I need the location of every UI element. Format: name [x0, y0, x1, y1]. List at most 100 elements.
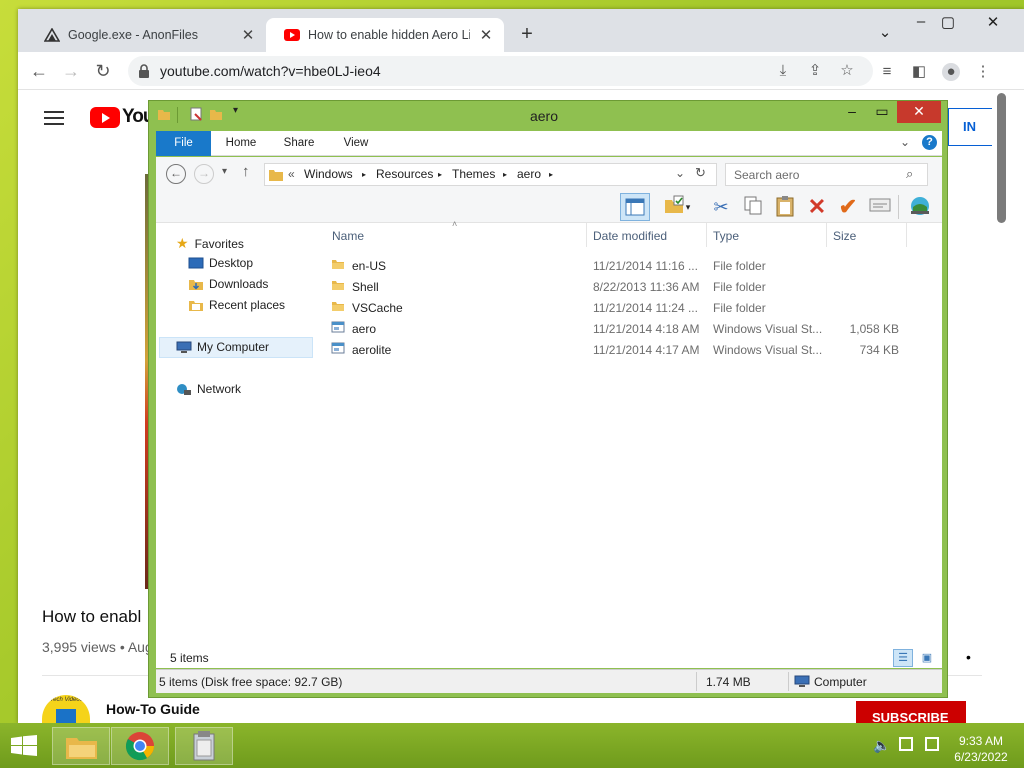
search-icon[interactable]: ⌕	[906, 166, 913, 182]
tab-anonfiles[interactable]: Google.exe - AnonFiles ✕	[26, 18, 266, 52]
file-size: 1,058 KB	[849, 322, 899, 336]
select-folder-icon[interactable]: ▾	[659, 195, 695, 219]
network-status-icon[interactable]	[925, 737, 939, 751]
copy-icon[interactable]	[741, 195, 765, 219]
sort-ascending-icon: ˄	[452, 219, 458, 229]
file-row[interactable]: en-US 11/21/2014 11:16 ... File folder	[326, 255, 942, 276]
more-dot-icon[interactable]: •	[966, 649, 971, 665]
column-size[interactable]: Size	[833, 229, 856, 243]
file-date: 11/21/2014 11:16 ...	[593, 259, 698, 273]
bookmark-star-icon[interactable]: ☆	[838, 62, 856, 80]
avatar-text: Tech Videos	[50, 697, 83, 703]
tab-home[interactable]: Home	[219, 131, 263, 156]
column-name[interactable]: Name	[332, 229, 364, 243]
nav-network[interactable]: Network	[176, 382, 241, 396]
breadcrumb-arrow-icon[interactable]: ▸	[362, 170, 366, 179]
nav-downloads[interactable]: Downloads	[188, 277, 268, 291]
network-globe-icon[interactable]	[908, 195, 932, 219]
column-type[interactable]: Type	[713, 229, 739, 243]
file-row[interactable]: VSCache 11/21/2014 11:24 ... File folder	[326, 297, 942, 318]
reload-button[interactable]: ↻	[92, 60, 114, 82]
file-row[interactable]: aero 11/21/2014 4:18 AM Windows Visual St.…	[326, 318, 942, 339]
minimize-button[interactable]: –	[839, 101, 865, 123]
youtube-logo-icon[interactable]	[90, 107, 120, 128]
action-center-icon[interactable]	[899, 737, 913, 751]
delete-icon[interactable]: ✕	[805, 195, 829, 219]
large-icons-view-icon[interactable]: ▣	[917, 649, 937, 667]
close-button[interactable]: ✕	[897, 101, 941, 123]
nav-favorites[interactable]: ★ Favorites	[176, 235, 244, 252]
nav-label: Desktop	[209, 256, 254, 270]
help-icon[interactable]: ?	[922, 135, 937, 150]
breadcrumb-overflow[interactable]: «	[288, 167, 295, 181]
taskbar-file-explorer[interactable]	[52, 727, 110, 765]
share-icon[interactable]: ⇪	[806, 62, 824, 80]
window-title: aero	[529, 108, 559, 124]
breadcrumb-windows[interactable]: Windows	[304, 167, 353, 181]
explorer-title-bar[interactable]: ▾ aero – ▭ ✕	[149, 101, 947, 131]
file-explorer-icon	[66, 738, 97, 759]
preview-pane-icon[interactable]	[620, 193, 650, 221]
taskbar-chrome[interactable]	[111, 727, 169, 765]
file-row[interactable]: Shell 8/22/2013 11:36 AM File folder	[326, 276, 942, 297]
address-bar[interactable]: youtube.com/watch?v=hbe0LJ-ieo4 ⤓ ⇪ ☆	[128, 56, 873, 86]
breadcrumb-arrow-icon[interactable]: ▸	[503, 170, 507, 179]
column-date-modified[interactable]: Date modified	[593, 229, 667, 243]
tab-close-icon[interactable]: ✕	[240, 26, 256, 44]
address-dropdown-icon[interactable]: ⌄	[675, 166, 685, 180]
refresh-icon[interactable]: ↻	[695, 165, 706, 181]
back-button[interactable]: ←	[166, 164, 186, 184]
menu-dots-icon[interactable]: ⋮	[974, 63, 992, 81]
file-row[interactable]: aerolite 11/21/2014 4:17 AM Windows Visual…	[326, 339, 942, 360]
forward-button[interactable]: →	[60, 60, 82, 82]
system-clock[interactable]: 9:33 AM 6/23/2022	[950, 733, 1012, 765]
tab-file[interactable]: File	[156, 131, 211, 156]
search-field[interactable]: Search aero ⌕	[725, 163, 928, 186]
start-button[interactable]	[10, 735, 38, 760]
tab-youtube[interactable]: How to enable hidden Aero Lite ✕	[266, 18, 504, 52]
properties-icon[interactable]	[868, 195, 892, 219]
paste-icon[interactable]	[773, 195, 797, 219]
recent-locations-icon[interactable]: ▾	[222, 166, 227, 177]
details-view-icon[interactable]: ☰	[893, 649, 913, 667]
new-tab-button[interactable]: +	[516, 23, 538, 46]
minimize-button[interactable]: –	[906, 13, 936, 30]
maximize-button[interactable]: ▢	[933, 13, 963, 31]
nav-desktop[interactable]: Desktop	[188, 256, 253, 270]
nav-recent-places[interactable]: Recent places	[188, 298, 285, 312]
rename-check-icon[interactable]: ✔	[836, 195, 860, 219]
breadcrumb-aero[interactable]: aero	[517, 167, 541, 181]
breadcrumb-themes[interactable]: Themes	[452, 167, 495, 181]
breadcrumb-arrow-icon[interactable]: ▸	[549, 170, 553, 179]
maximize-button[interactable]: ▭	[869, 101, 895, 123]
back-button[interactable]: ←	[28, 60, 50, 82]
search-placeholder: Search aero	[734, 168, 800, 182]
nav-label: My Computer	[197, 340, 270, 354]
cut-icon[interactable]: ✂	[709, 195, 733, 219]
taskbar-app[interactable]	[175, 727, 233, 765]
file-type: File folder	[713, 301, 766, 315]
page-scrollbar[interactable]	[997, 93, 1006, 223]
tab-share[interactable]: Share	[277, 131, 321, 156]
breadcrumb-resources[interactable]: Resources	[376, 167, 433, 181]
menu-hamburger-icon[interactable]	[44, 111, 64, 125]
tab-close-icon[interactable]: ✕	[478, 26, 494, 44]
tab-view[interactable]: View	[334, 131, 378, 156]
up-button[interactable]: ↑	[242, 163, 250, 180]
volume-muted-icon[interactable]: 🔈	[873, 737, 890, 754]
channel-name[interactable]: How-To Guide	[106, 701, 200, 717]
desktop-icon	[188, 257, 204, 268]
install-icon[interactable]: ⤓	[774, 62, 792, 80]
breadcrumb-arrow-icon[interactable]: ▸	[438, 170, 442, 179]
side-panel-icon[interactable]: ◧	[910, 63, 928, 81]
tab-title: Google.exe - AnonFiles	[68, 28, 198, 42]
nav-my-computer[interactable]: My Computer	[176, 340, 269, 354]
profile-avatar-icon[interactable]: ●	[942, 63, 960, 81]
reading-list-icon[interactable]: ≡	[878, 63, 896, 81]
forward-button[interactable]: →	[194, 164, 214, 184]
expand-ribbon-icon[interactable]: ⌄	[900, 135, 910, 149]
sign-in-button[interactable]: IN	[948, 108, 992, 146]
close-button[interactable]: ✕	[978, 13, 1008, 31]
tab-search-icon[interactable]: ⌄	[870, 23, 900, 41]
breadcrumb[interactable]: « Windows ▸ Resources ▸ Themes ▸ aero ▸ …	[264, 163, 717, 186]
